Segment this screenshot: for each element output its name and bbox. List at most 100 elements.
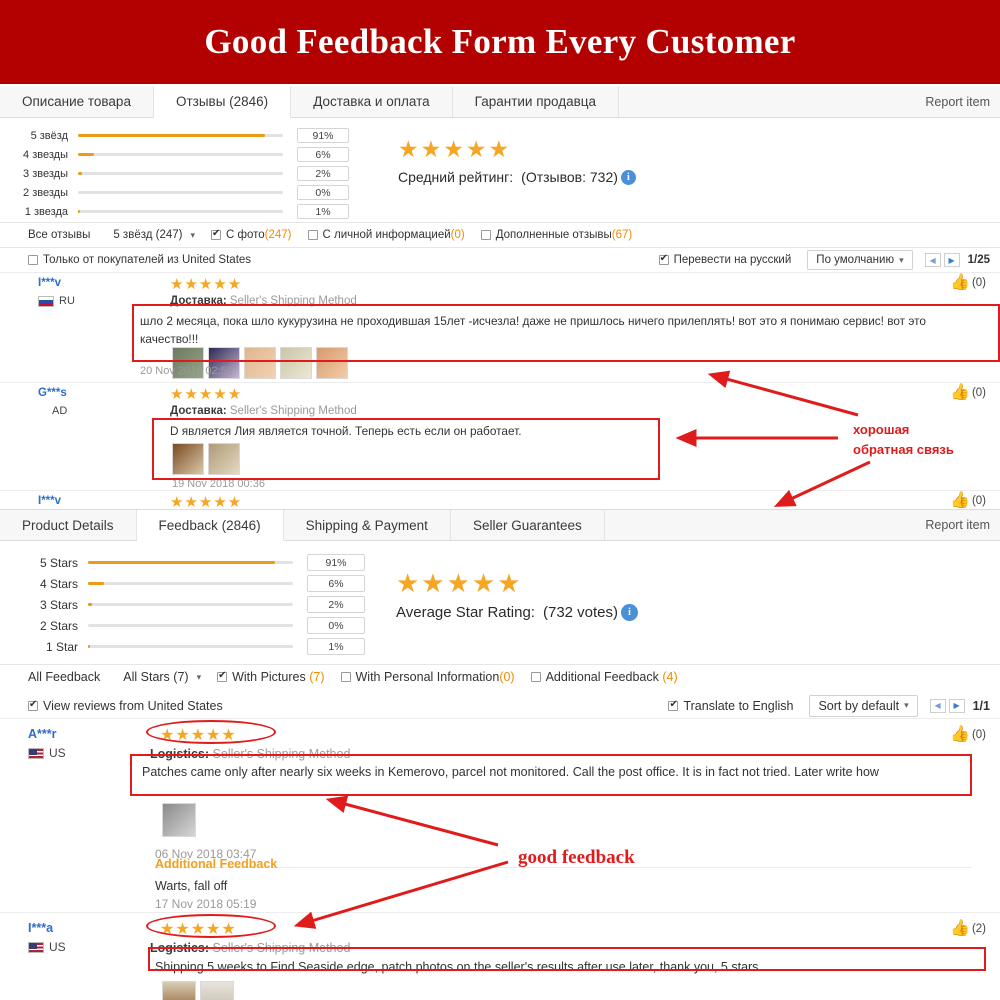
prev-page-button[interactable]: ◀ [929, 698, 946, 713]
tab-feedback-ru[interactable]: Отзывы (2846) [153, 86, 292, 118]
checkbox-icon[interactable] [530, 672, 541, 682]
reviewer-name[interactable]: G***s [38, 387, 67, 399]
filter-with-personal-info-ru[interactable]: С личной информацией (0) [307, 229, 465, 241]
checkbox-icon[interactable] [307, 230, 318, 240]
reviewer-name[interactable]: I***v [38, 495, 61, 507]
filter-all-feedback-ru[interactable]: Все отзывы [28, 229, 90, 241]
filter-with-personal-info-en[interactable]: With Personal Information (0) [340, 670, 515, 684]
checkbox-icon[interactable] [211, 228, 222, 240]
rating-bar-track [78, 134, 283, 137]
review-photo-thumbnail[interactable] [172, 443, 204, 475]
rating-bar-row: 3 звезды 2% [0, 164, 380, 183]
checkbox-icon[interactable] [658, 253, 669, 265]
checkbox-icon[interactable] [28, 699, 38, 711]
filter-stars-dropdown-ru[interactable]: 5 звёзд (247) ▾ [110, 228, 195, 242]
helpful-count[interactable]: 👍 (0) [950, 275, 986, 291]
additional-feedback-label: Additional Feedback [545, 670, 659, 684]
helpful-count[interactable]: 👍 (0) [950, 493, 986, 509]
stars-dropdown-label: All Stars (7) [123, 670, 189, 684]
additional-feedback-label: Дополненные отзывы [495, 229, 612, 241]
sort-label: Sort by default [818, 698, 900, 713]
filter-stars-dropdown-en[interactable]: All Stars (7) ▾ [120, 669, 201, 685]
helpful-count[interactable]: 👍 (0) [950, 385, 986, 401]
with-pictures-label: С фото [226, 229, 265, 241]
sort-dropdown-ru[interactable]: По умолчанию ▾ [807, 250, 913, 270]
toggle-translate-ru[interactable]: Перевести на русский [658, 253, 792, 266]
reviewer-name[interactable]: I***v [38, 277, 61, 289]
tab-shipping-payment-en[interactable]: Shipping & Payment [284, 510, 451, 540]
rating-bar-track [88, 645, 293, 648]
rating-bar-row: 5 Stars 91% [10, 552, 390, 573]
review-item: G***s AD ★★★★★ Доставка: Seller's Shippi… [0, 382, 1000, 490]
review-photo-thumbnail[interactable] [316, 347, 348, 379]
votes-count: (Отзывов: 732) [521, 169, 618, 185]
filter-with-pictures-ru[interactable]: С фото(247) [211, 228, 292, 241]
rating-bar-label: 3 Stars [39, 597, 78, 612]
reviewer-name[interactable]: I***a [28, 921, 53, 935]
chevron-down-icon: ▾ [899, 254, 904, 265]
reviewer-name[interactable]: A***r [28, 727, 57, 741]
en-options-row: View reviews from United States Translat… [0, 693, 1000, 718]
page-indicator: 1/25 [967, 254, 990, 266]
rating-bar-row: 3 Stars 2% [10, 594, 390, 615]
tab-feedback-en[interactable]: Feedback (2846) [136, 510, 284, 541]
next-page-button[interactable]: ▶ [948, 698, 965, 713]
next-page-button[interactable]: ▶ [943, 253, 960, 267]
checkbox-icon[interactable] [217, 670, 228, 682]
helpful-count[interactable]: 👍 (2) [950, 921, 986, 937]
review-photo-thumbnail[interactable] [162, 803, 196, 837]
helpful-count[interactable]: 👍 (0) [950, 727, 986, 743]
report-item-link-ru[interactable]: Report item [925, 86, 1000, 117]
checkbox-icon[interactable] [480, 230, 491, 240]
rating-bar-percent: 91% [297, 128, 349, 143]
filter-only-local-buyers-ru[interactable]: Только от покупателей из United States [28, 254, 251, 266]
sort-dropdown-en[interactable]: Sort by default ▾ [809, 694, 918, 717]
thumbs-up-icon: 👍 [950, 920, 970, 937]
chevron-down-icon: ▾ [196, 671, 202, 682]
logistics-line: Доставка: Seller's Shipping Method [170, 295, 357, 307]
tab-shipping-payment-ru[interactable]: Доставка и оплата [291, 86, 453, 117]
prev-page-button[interactable]: ◀ [924, 253, 941, 267]
sort-label: По умолчанию [816, 254, 895, 266]
tab-product-details-ru[interactable]: Описание товара [0, 86, 154, 117]
rating-bar-percent: 6% [307, 575, 365, 592]
rating-bar-track [88, 603, 293, 606]
rating-bar-row: 1 Star 1% [10, 636, 390, 657]
review-stars-icon: ★★★★★ [170, 276, 243, 293]
filter-view-local-reviews-en[interactable]: View reviews from United States [28, 699, 223, 713]
review-photo-thumbnail[interactable] [162, 981, 196, 1000]
rating-bar-track [88, 582, 293, 585]
logistics-value: Seller's Shipping Method [212, 941, 351, 955]
reviewer-country: AD [52, 405, 67, 417]
rating-bar-track [78, 210, 283, 213]
review-date: 20 Nov 2018 02:58 [140, 365, 233, 377]
review-photo-thumbnail[interactable] [244, 347, 276, 379]
review-stars-icon: ★★★★★ [160, 727, 237, 744]
review-photo-thumbnail[interactable] [200, 981, 234, 1000]
filter-additional-feedback-ru[interactable]: Дополненные отзывы (67) [480, 229, 632, 241]
report-item-link-en[interactable]: Report item [925, 510, 1000, 540]
tab-product-details-en[interactable]: Product Details [0, 510, 137, 540]
rating-bar-percent: 0% [297, 185, 349, 200]
review-photo-thumbnail[interactable] [280, 347, 312, 379]
review-text: Patches came only after nearly six weeks… [142, 765, 879, 779]
checkbox-icon[interactable] [28, 255, 38, 265]
toggle-translate-en[interactable]: Translate to English [668, 699, 793, 713]
checkbox-icon[interactable] [340, 672, 351, 682]
average-stars-icon: ★★★★★ [398, 136, 512, 162]
info-icon[interactable]: i [620, 169, 636, 185]
review-stars-icon: ★★★★★ [170, 386, 243, 403]
translate-label: Перевести на русский [673, 254, 792, 266]
rating-bar-percent: 91% [307, 554, 365, 571]
review-photo-thumbnail[interactable] [208, 443, 240, 475]
tab-seller-guarantees-en[interactable]: Seller Guarantees [451, 510, 605, 540]
pager-ru: ◀ ▶ 1/25 [924, 253, 990, 267]
tab-seller-guarantees-ru[interactable]: Гарантии продавца [453, 86, 620, 117]
logistics-value: Seller's Shipping Method [229, 295, 357, 307]
info-icon[interactable]: i [621, 604, 639, 621]
logistics-line: Доставка: Seller's Shipping Method [170, 405, 357, 417]
filter-all-feedback-en[interactable]: All Feedback [28, 670, 100, 684]
filter-additional-feedback-en[interactable]: Additional Feedback (4) [530, 670, 678, 684]
filter-with-pictures-en[interactable]: With Pictures (7) [217, 670, 325, 684]
checkbox-icon[interactable] [668, 699, 679, 711]
